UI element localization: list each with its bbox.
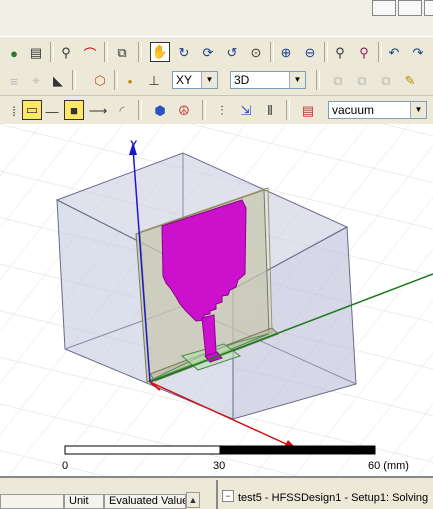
separator: [50, 42, 54, 62]
rotate-icon[interactable]: ↻: [174, 43, 194, 63]
box-icon[interactable]: ▭: [22, 100, 42, 120]
scale-label-30: 30: [213, 460, 225, 472]
separator: [270, 42, 274, 62]
fit-all-icon[interactable]: ⚲: [330, 43, 350, 63]
align-icon[interactable]: ⫶: [212, 101, 232, 121]
undo-icon[interactable]: ↶: [384, 43, 404, 63]
highlight-icon[interactable]: ✎: [400, 71, 420, 91]
copy-icon[interactable]: ⧉: [112, 43, 132, 63]
measure-icon[interactable]: ◣: [48, 71, 68, 91]
restore-button[interactable]: [398, 0, 422, 16]
separator: [104, 42, 108, 62]
chevron-down-icon: ▼: [289, 72, 305, 88]
duplicate-icon[interactable]: ⧉: [328, 71, 348, 91]
plane-select[interactable]: XY ▼: [172, 71, 218, 89]
snap-grid-icon[interactable]: ⁞: [4, 101, 24, 121]
toolbar-row-2: ≡ ⌖ ◣ ⬡ • ⊥ XY ▼ 3D ▼ ⧉ ⧉ ⧉ ✎: [0, 66, 433, 96]
close-button[interactable]: [424, 0, 433, 16]
chevron-down-icon: ▼: [410, 102, 426, 118]
scale-segment-black: [219, 445, 376, 455]
duplicate-around-icon[interactable]: ⧉: [352, 71, 372, 91]
orbit-icon[interactable]: ⟳: [198, 43, 218, 63]
plane-icon[interactable]: ⊥: [144, 71, 164, 91]
separator: [286, 100, 290, 120]
model-canvas[interactable]: Y 0 30 60 (mm): [0, 124, 433, 476]
material-icon[interactable]: ●: [4, 43, 24, 63]
separator: [378, 42, 382, 62]
separator: [72, 70, 76, 90]
move-icon[interactable]: ⇲: [236, 101, 256, 121]
window-title-strip: [0, 0, 433, 36]
progress-status-message: test5 - HFSSDesign1 - Setup1: Solving: [238, 492, 429, 504]
modeler-3d-viewport[interactable]: Y 0 30 60 (mm): [0, 124, 433, 476]
column-header-unit-label: Unit: [69, 495, 89, 507]
separator: [324, 42, 328, 62]
zoom-icon[interactable]: ⚲: [56, 43, 76, 63]
scale-label-60: 60 (mm): [368, 460, 409, 472]
mirror-icon[interactable]: ⫴: [260, 101, 280, 121]
layer-icon[interactable]: ▤: [298, 101, 318, 121]
spin-icon[interactable]: ↺: [222, 43, 242, 63]
expand-toggle-icon[interactable]: −: [222, 490, 234, 502]
redo-icon[interactable]: ↷: [408, 43, 428, 63]
separator: [316, 70, 320, 90]
minimize-button[interactable]: [372, 0, 396, 16]
plot-icon[interactable]: ⌒: [80, 43, 100, 63]
toolbar-row-3: ⁞ ▭ — ■ ⟶ ◜ ⬢ ☮ ⫶ ⇲ ⫴ ▤ vacuum ▼: [0, 96, 433, 125]
panel-splitter[interactable]: [216, 480, 218, 509]
subtract-icon[interactable]: ☮: [174, 101, 194, 121]
plane-select-value: XY: [176, 73, 193, 87]
zoom-field-icon[interactable]: ⊙: [246, 43, 266, 63]
point-icon[interactable]: •: [120, 71, 140, 91]
fit-selection-icon[interactable]: ⚲: [354, 43, 374, 63]
duplicate-mirror-icon[interactable]: ⧉: [376, 71, 396, 91]
mode-select[interactable]: 3D ▼: [230, 71, 306, 89]
bottom-panel: Unit Evaluated Value ▲ − test5 - HFSSDes…: [0, 476, 433, 509]
properties-icon[interactable]: ▤: [26, 43, 46, 63]
scroll-up-button[interactable]: ▲: [186, 492, 200, 508]
solid-box-icon[interactable]: ⬡: [90, 71, 110, 91]
list-icon[interactable]: ≡: [4, 71, 24, 91]
separator: [114, 70, 118, 90]
scale-segment-white: [64, 445, 221, 455]
mode-select-value: 3D: [234, 73, 250, 87]
edge-icon[interactable]: —: [42, 101, 62, 121]
material-select-value: vacuum: [332, 103, 375, 117]
zoom-out-icon[interactable]: ⊖: [300, 43, 320, 63]
separator: [202, 100, 206, 120]
chevron-down-icon: ▼: [201, 72, 217, 88]
cursor-icon[interactable]: ⌖: [26, 71, 46, 91]
separator: [138, 100, 142, 120]
unite-icon[interactable]: ⬢: [150, 101, 170, 121]
arc-icon[interactable]: ◜: [112, 101, 132, 121]
pan-hand-icon[interactable]: ✋: [150, 42, 170, 62]
material-select[interactable]: vacuum ▼: [328, 101, 427, 119]
scale-label-0: 0: [62, 460, 68, 472]
toolbar-row-1: ● ▤ ⚲ ⌒ ⧉ ✋ ↻ ⟳ ↺ ⊙ ⊕ ⊖ ⚲ ⚲ ↶ ↷: [0, 36, 433, 68]
separator: [138, 42, 142, 62]
vertex-icon[interactable]: ⟶: [88, 101, 108, 121]
face-icon[interactable]: ■: [64, 100, 84, 120]
y-axis-label: Y: [130, 139, 138, 151]
zoom-in-icon[interactable]: ⊕: [276, 43, 296, 63]
column-header-evaluated-label: Evaluated Value: [109, 495, 186, 507]
